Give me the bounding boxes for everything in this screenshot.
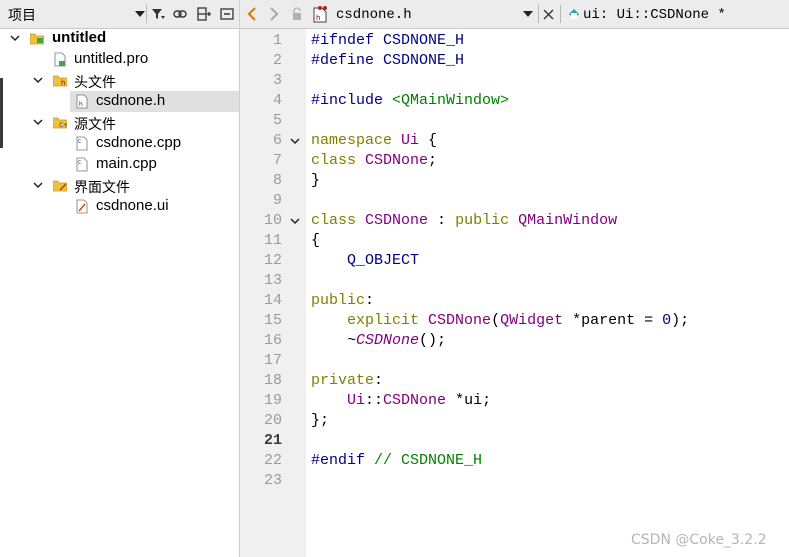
watermark: CSDN @Coke_3.2.2 <box>631 532 767 548</box>
file-dropdown-icon[interactable] <box>522 6 534 22</box>
line-number[interactable]: 16 <box>240 331 282 351</box>
back-arrow-icon[interactable] <box>244 6 260 22</box>
code-line[interactable]: #endif // CSDNONE_H <box>311 451 482 471</box>
tree-item-label: 界面文件 <box>74 180 130 196</box>
tree-item-csdnone-cpp[interactable]: C csdnone.cpp <box>0 133 239 154</box>
code-line[interactable]: #include <QMainWindow> <box>311 91 509 111</box>
line-number[interactable]: 6 <box>240 131 282 151</box>
line-number[interactable]: 17 <box>240 351 282 371</box>
line-number[interactable]: 15 <box>240 311 282 331</box>
tree-item-label: main.cpp <box>96 155 157 172</box>
current-symbol[interactable]: ui: Ui::CSDNone * <box>583 7 726 23</box>
tree-item-label: untitled <box>52 29 107 46</box>
fold-chevron-icon[interactable] <box>289 215 301 227</box>
pro-file-icon <box>54 52 66 67</box>
forward-arrow-icon[interactable] <box>266 6 282 22</box>
ui-file-icon <box>76 199 88 214</box>
file-type-icon: h <box>311 6 329 23</box>
toolbar-divider <box>560 5 561 23</box>
svg-text:h: h <box>316 14 320 22</box>
line-number[interactable]: 9 <box>240 191 282 211</box>
chevron-down-icon[interactable] <box>9 32 21 44</box>
line-number[interactable]: 18 <box>240 371 282 391</box>
line-number[interactable]: 10 <box>240 211 282 231</box>
code-line[interactable]: class CSDNone; <box>311 151 437 171</box>
editor-toolbar: h csdnone.h ui: Ui::CSDNone * <box>240 0 789 29</box>
code-line[interactable]: class CSDNone : public QMainWindow <box>311 211 617 231</box>
header-divider <box>146 5 147 23</box>
line-number[interactable]: 1 <box>240 31 282 51</box>
source-folder-icon: C+ <box>53 117 67 129</box>
svg-text:C+: C+ <box>59 122 67 129</box>
svg-text:h: h <box>79 101 83 108</box>
tree-item-label: 头文件 <box>74 75 116 91</box>
tree-item-main-cpp[interactable]: C main.cpp <box>0 154 239 175</box>
code-line[interactable]: explicit CSDNone(QWidget *parent = 0); <box>311 311 689 331</box>
tree-item-csdnone-h[interactable]: h csdnone.h <box>70 91 239 112</box>
close-file-icon[interactable] <box>541 6 555 22</box>
code-line[interactable]: ~CSDNone(); <box>311 331 446 351</box>
code-line[interactable]: { <box>311 231 320 251</box>
code-line[interactable]: namespace Ui { <box>311 131 437 151</box>
line-number[interactable]: 12 <box>240 251 282 271</box>
tree-item-label: csdnone.ui <box>96 197 169 214</box>
forms-folder-icon <box>53 180 67 192</box>
code-line[interactable]: }; <box>311 411 329 431</box>
line-number[interactable]: 4 <box>240 91 282 111</box>
line-number[interactable]: 11 <box>240 231 282 251</box>
split-icon[interactable] <box>196 6 212 22</box>
code-line[interactable]: #ifndef CSDNONE_H <box>311 31 464 51</box>
project-panel: 项目 untitled untitled.pro h 头文件 h csdnone… <box>0 0 240 557</box>
class-member-icon <box>567 6 581 22</box>
header-folder-icon: h <box>53 75 67 87</box>
code-line[interactable]: public: <box>311 291 374 311</box>
close-panel-icon[interactable] <box>219 6 235 22</box>
lock-icon[interactable] <box>289 6 305 22</box>
panel-title: 项目 <box>8 8 36 24</box>
project-panel-header: 项目 <box>0 0 239 29</box>
link-icon[interactable] <box>172 6 188 22</box>
line-number[interactable]: 22 <box>240 451 282 471</box>
header-file-icon: h <box>76 94 88 109</box>
tree-item-label: untitled.pro <box>74 50 149 67</box>
chevron-down-icon[interactable] <box>32 116 44 128</box>
line-number[interactable]: 7 <box>240 151 282 171</box>
filter-icon[interactable] <box>150 6 166 22</box>
line-number[interactable]: 21 <box>240 431 282 451</box>
line-number[interactable]: 8 <box>240 171 282 191</box>
code-line[interactable]: Q_OBJECT <box>311 251 419 271</box>
tree-item-label: 源文件 <box>74 117 116 133</box>
tree-item-forms[interactable]: 界面文件 <box>0 175 239 196</box>
cpp-file-icon: C <box>76 157 88 172</box>
line-number[interactable]: 5 <box>240 111 282 131</box>
fold-chevron-icon[interactable] <box>289 135 301 147</box>
toolbar-divider <box>538 5 539 23</box>
tree-item-headers[interactable]: h 头文件 <box>0 70 239 91</box>
svg-text:C: C <box>78 160 82 166</box>
tree-item-label: csdnone.cpp <box>96 134 182 151</box>
qt-project-folder-icon <box>30 33 44 45</box>
line-number[interactable]: 23 <box>240 471 282 491</box>
tree-item-csdnone-ui[interactable]: csdnone.ui <box>0 196 239 217</box>
code-line[interactable]: private: <box>311 371 383 391</box>
line-number[interactable]: 13 <box>240 271 282 291</box>
cpp-file-icon: C <box>76 136 88 151</box>
line-number[interactable]: 14 <box>240 291 282 311</box>
chevron-down-icon[interactable] <box>32 74 44 86</box>
code-line[interactable]: Ui::CSDNone *ui; <box>311 391 491 411</box>
tree-item-untitled[interactable]: untitled <box>0 28 239 49</box>
line-number[interactable]: 3 <box>240 71 282 91</box>
chevron-down-icon[interactable] <box>32 179 44 191</box>
line-number[interactable]: 19 <box>240 391 282 411</box>
line-number[interactable]: 2 <box>240 51 282 71</box>
svg-text:C: C <box>78 139 82 145</box>
code-line[interactable]: #define CSDNONE_H <box>311 51 464 71</box>
tree-item-sources[interactable]: C+ 源文件 <box>0 112 239 133</box>
tree-item-label: csdnone.h <box>96 92 166 109</box>
line-number[interactable]: 20 <box>240 411 282 431</box>
tree-item-untitled-pro[interactable]: untitled.pro <box>0 49 239 70</box>
code-line[interactable]: } <box>311 171 320 191</box>
svg-text:h: h <box>61 79 65 87</box>
open-file-name[interactable]: csdnone.h <box>336 7 412 23</box>
